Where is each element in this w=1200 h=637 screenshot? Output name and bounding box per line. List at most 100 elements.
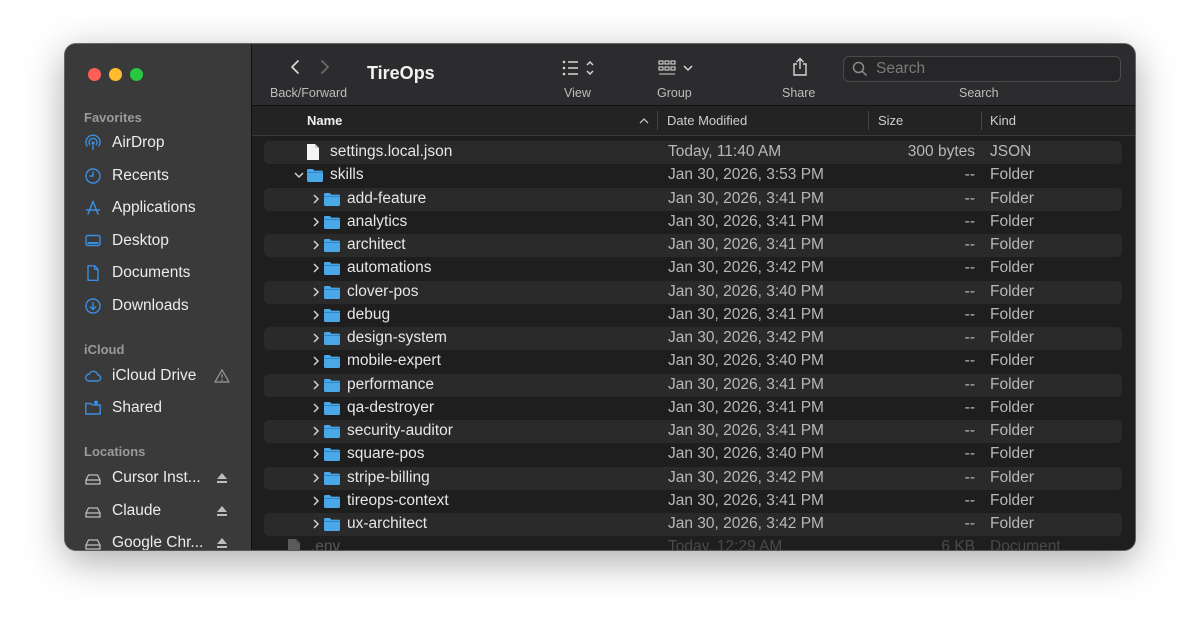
applications-icon [84,199,102,217]
table-row[interactable]: mobile-expert Jan 30, 2026, 3:40 PM -- Fold… [264,350,1122,373]
column-divider[interactable] [981,111,982,130]
disclosure-closed-icon[interactable] [310,495,322,507]
column-divider[interactable] [868,111,869,130]
folder-icon [324,471,340,485]
sidebar-item-desktop[interactable]: Desktop [84,228,244,254]
drive-icon [84,502,102,520]
sidebar-item-claude[interactable]: Claude [84,498,244,524]
file-name: stripe-billing [347,468,430,486]
zoom-button[interactable] [130,68,143,81]
folder-icon [324,262,340,276]
disclosure-closed-icon[interactable] [310,262,322,274]
folder-icon [324,215,340,229]
file-size: -- [964,375,975,393]
table-row[interactable]: add-feature Jan 30, 2026, 3:41 PM -- Folder [264,187,1122,211]
file-date: Jan 30, 2026, 3:42 PM [668,259,824,277]
eject-icon[interactable] [214,503,230,519]
disclosure-closed-icon[interactable] [310,239,322,251]
sidebar-item-label: Cursor Inst... [112,469,201,486]
file-kind: Folder [990,305,1034,323]
file-size: -- [964,329,975,346]
table-row[interactable]: stripe-billing Jan 30, 2026, 3:42 PM -- Fol… [264,466,1122,490]
file-name: clover-pos [347,282,419,300]
clock-icon [84,167,102,185]
search-field[interactable] [843,56,1121,82]
disclosure-closed-icon[interactable] [310,402,322,414]
column-date-header[interactable]: Date Modified [667,113,747,128]
table-row[interactable]: ux-architect Jan 30, 2026, 3:42 PM -- Folde… [264,513,1122,536]
sidebar-item-documents[interactable]: Documents [84,260,244,286]
table-row[interactable]: clover-pos Jan 30, 2026, 3:40 PM -- Folder [264,280,1122,304]
sidebar-item-applications[interactable]: Applications [84,195,244,221]
file-date: Jan 30, 2026, 3:41 PM [668,236,824,253]
share-icon [793,57,807,76]
sidebar-item-downloads[interactable]: Downloads [84,293,244,319]
file-name: mobile-expert [347,352,441,370]
folder-icon [324,192,340,206]
sidebar-item-shared[interactable]: Shared [84,395,244,421]
view-button[interactable] [561,58,597,78]
group-button[interactable] [658,58,696,78]
table-row[interactable]: automations Jan 30, 2026, 3:42 PM -- Folder [264,257,1122,280]
back-button[interactable] [286,58,304,76]
column-size-header[interactable]: Size [878,113,903,128]
disclosure-closed-icon[interactable] [310,193,322,205]
file-kind: Folder [990,491,1034,509]
disclosure-closed-icon[interactable] [310,425,322,437]
close-button[interactable] [88,68,101,81]
eject-icon[interactable] [214,535,230,550]
column-divider[interactable] [657,111,658,130]
file-size: -- [964,189,975,207]
file-date: Jan 30, 2026, 3:53 PM [668,166,824,184]
file-date: Jan 30, 2026, 3:41 PM [668,491,824,509]
file-kind: Folder [990,189,1034,207]
file-kind: Folder [990,398,1034,416]
sidebar-item-icloud-drive[interactable]: iCloud Drive [84,363,244,389]
table-row[interactable]: skills Jan 30, 2026, 3:53 PM -- Folder [264,164,1122,187]
table-row[interactable]: design-system Jan 30, 2026, 3:42 PM -- Fold… [264,327,1122,350]
sidebar-item-airdrop[interactable]: AirDrop [84,130,244,156]
share-button[interactable] [791,56,809,78]
table-row[interactable]: architect Jan 30, 2026, 3:41 PM -- Folder [264,234,1122,257]
view-label: View [564,86,591,100]
file-name: settings.local.json [330,143,453,160]
disclosure-closed-icon[interactable] [310,448,322,460]
disclosure-closed-icon[interactable] [310,286,322,298]
column-header: Name Date Modified Size Kind [252,106,1135,136]
minimize-button[interactable] [109,68,122,81]
sidebar-item-recents[interactable]: Recents [84,163,244,189]
table-row[interactable]: settings.local.json Today, 11:40 AM 300 by… [264,141,1122,164]
disclosure-closed-icon[interactable] [310,518,322,530]
forward-button[interactable] [316,58,334,76]
disclosure-closed-icon[interactable] [310,379,322,391]
sidebar-item-cursor-installer[interactable]: Cursor Inst... [84,465,244,491]
disclosure-closed-icon[interactable] [310,309,322,321]
file-size: -- [964,422,975,439]
table-row[interactable]: performance Jan 30, 2026, 3:41 PM -- Folder [264,373,1122,397]
file-size: -- [964,491,975,509]
disclosure-closed-icon[interactable] [310,355,322,367]
column-name-header[interactable]: Name [307,113,342,128]
file-size: -- [964,166,975,184]
table-row[interactable]: qa-destroyer Jan 30, 2026, 3:41 PM -- Folde… [264,397,1122,420]
table-row[interactable]: .env Today, 12:29 AM 6 KB Document [264,536,1122,550]
table-row[interactable]: tireops-context Jan 30, 2026, 3:41 PM -- Fo… [264,490,1122,513]
disclosure-open-icon[interactable] [293,169,305,181]
disclosure-closed-icon[interactable] [310,472,322,484]
table-row[interactable]: debug Jan 30, 2026, 3:41 PM -- Folder [264,304,1122,327]
file-date: Jan 30, 2026, 3:41 PM [668,398,824,416]
column-kind-header[interactable]: Kind [990,113,1016,128]
chevron-right-icon [321,60,329,74]
finder-window: Favorites AirDrop Recents Applications D… [65,44,1135,550]
table-row[interactable]: analytics Jan 30, 2026, 3:41 PM -- Folder [264,211,1122,234]
table-row[interactable]: square-pos Jan 30, 2026, 3:40 PM -- Folder [264,443,1122,466]
table-row[interactable]: security-auditor Jan 30, 2026, 3:41 PM -- F… [264,420,1122,443]
eject-icon[interactable] [214,470,230,486]
window-controls [88,68,143,81]
disclosure-closed-icon[interactable] [310,332,322,344]
file-date: Jan 30, 2026, 3:41 PM [668,422,824,439]
search-input[interactable] [876,60,1116,78]
sidebar-item-google-chrome[interactable]: Google Chr... [84,530,244,550]
disclosure-closed-icon[interactable] [310,216,322,228]
file-kind: Document [990,538,1061,550]
